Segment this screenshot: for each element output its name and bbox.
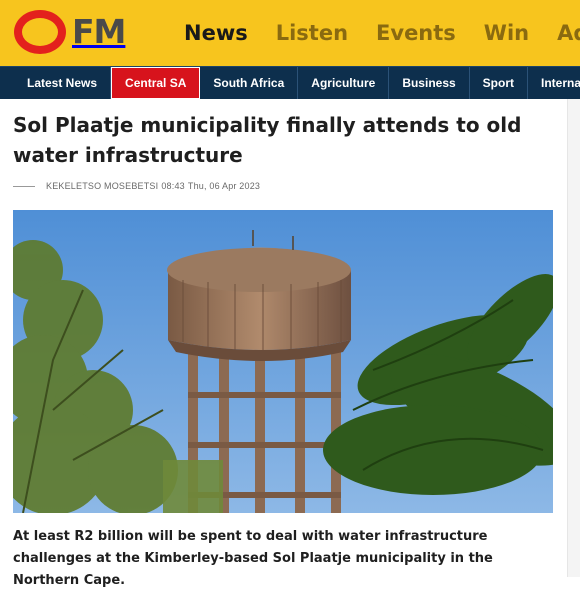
side-column-edge [567,99,580,577]
main-nav-advertise[interactable]: Adve [557,21,580,45]
category-international[interactable]: Internatio [528,67,580,99]
category-nav: Latest News Central SA South Africa Agri… [0,66,580,99]
category-central-sa[interactable]: Central SA [111,67,201,99]
article-title: Sol Plaatje municipality finally attends… [13,113,522,167]
category-sport[interactable]: Sport [470,67,529,99]
article-hero-image [13,210,553,513]
category-south-africa[interactable]: South Africa [200,67,299,99]
article-date: Thu, 06 Apr 2023 [187,181,261,191]
byline-divider [13,185,35,187]
article-time: 08:43 [161,181,185,191]
main-nav-news[interactable]: News [184,21,248,45]
main-nav-events[interactable]: Events [376,21,456,45]
category-latest-news[interactable]: Latest News [0,67,112,99]
category-business[interactable]: Business [389,67,470,99]
main-nav-win[interactable]: Win [484,21,529,45]
water-tower-photo [13,210,553,513]
site-header: FM News Listen Events Win Adve [0,0,580,66]
logo-fm-text: FM [72,12,126,51]
category-agriculture[interactable]: Agriculture [298,67,390,99]
main-nav-listen[interactable]: Listen [276,21,348,45]
article-byline: KEKELETSO MOSEBETSI 08:43 Thu, 06 Apr 20… [13,179,260,193]
main-nav: News Listen Events Win Adve [184,0,580,66]
article-author[interactable]: KEKELETSO MOSEBETSI [46,181,158,191]
ofm-logo[interactable]: FM [14,8,126,56]
article-lead: At least R2 billion will be spent to dea… [13,529,493,588]
logo-o-ring-icon [14,10,66,54]
